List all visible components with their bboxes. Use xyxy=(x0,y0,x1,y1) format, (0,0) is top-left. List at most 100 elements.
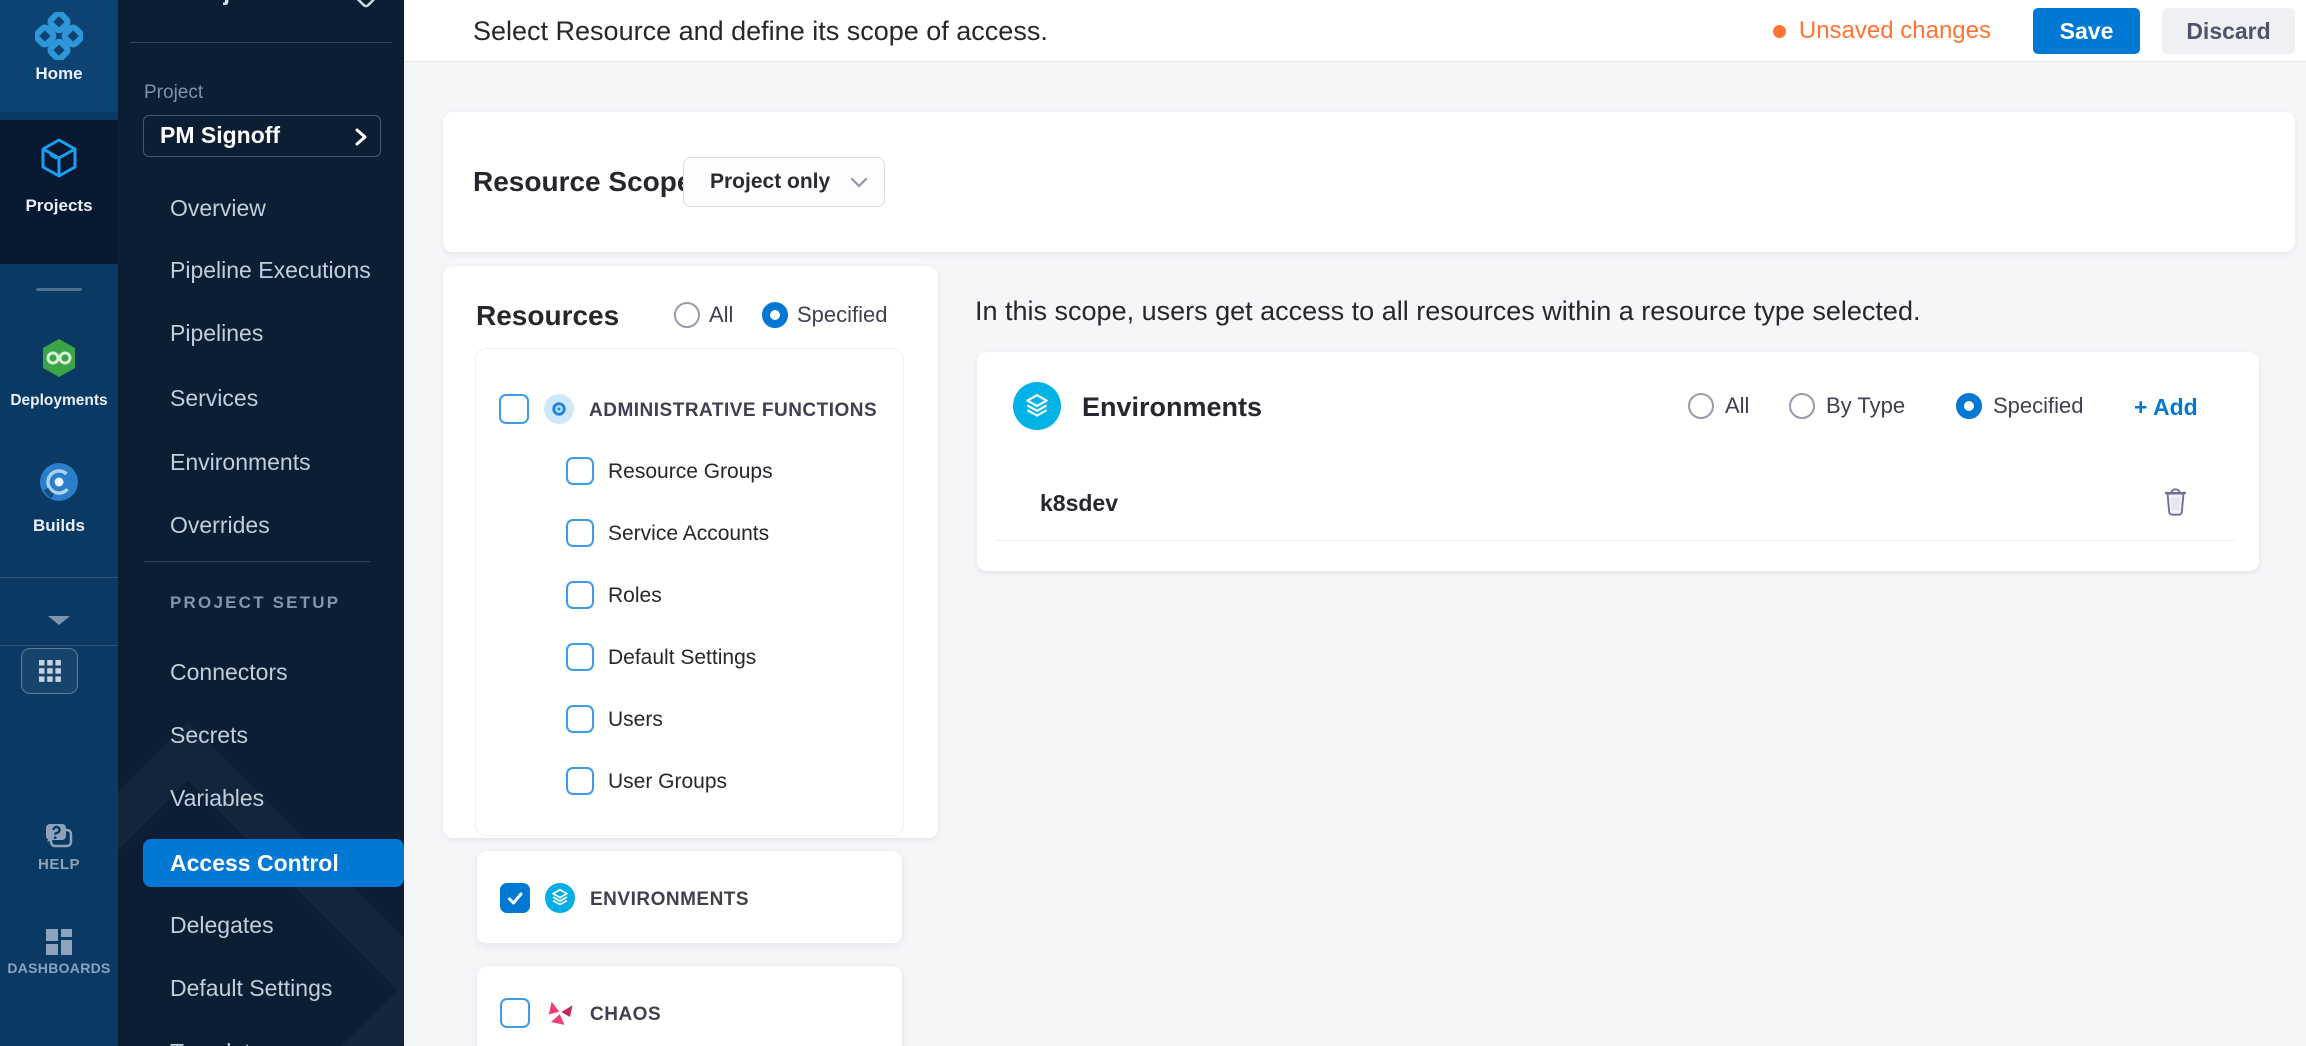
detail-radio-by-type[interactable] xyxy=(1789,393,1815,419)
page-subtitle: Select Resource and define its scope of … xyxy=(473,0,1048,62)
sidebar-item-default-settings[interactable]: Default Settings xyxy=(118,965,404,1011)
module-rail: Home Projects Deployments Builds xyxy=(0,0,118,1046)
admin-functions-icon xyxy=(544,394,574,424)
add-resource-link[interactable]: + Add xyxy=(2134,394,2198,421)
checkbox-users[interactable] xyxy=(566,705,594,733)
resource-scope-value: Project only xyxy=(710,158,830,205)
environments-icon xyxy=(545,883,575,913)
checkbox-roles[interactable] xyxy=(566,581,594,609)
chaos-group-card: CHAOS xyxy=(476,965,903,1046)
resource-scope-card: Resource Scope Project only xyxy=(443,112,2295,252)
scope-info-text: In this scope, users get access to all r… xyxy=(975,296,1920,327)
rail-label-help: HELP xyxy=(0,856,118,873)
label-user-groups[interactable]: User Groups xyxy=(608,770,727,794)
resources-radio-all[interactable] xyxy=(674,302,700,328)
detail-radio-specified-label[interactable]: Specified xyxy=(1993,392,2084,420)
detail-radio-specified[interactable] xyxy=(1956,393,1982,419)
deployments-icon[interactable] xyxy=(37,336,81,380)
resources-radio-specified-label[interactable]: Specified xyxy=(797,301,888,329)
sidebar-item-access-control[interactable]: Access Control xyxy=(143,839,404,887)
row-divider xyxy=(995,540,2235,541)
sidebar-item-delegates[interactable]: Delegates xyxy=(118,902,404,948)
label-resource-groups[interactable]: Resource Groups xyxy=(608,460,773,484)
environments-checkbox[interactable] xyxy=(500,883,530,913)
detail-radio-all-label[interactable]: All xyxy=(1725,392,1749,420)
chaos-group-label: CHAOS xyxy=(590,1004,661,1026)
sidebar-section-divider xyxy=(144,561,370,562)
chaos-icon xyxy=(545,998,575,1028)
admin-functions-checkbox[interactable] xyxy=(499,394,529,424)
builds-icon[interactable] xyxy=(37,460,81,504)
rail-divider xyxy=(36,288,82,291)
environments-detail-card: Environments All By Type Specified + Add… xyxy=(977,352,2259,571)
cube-icon[interactable] xyxy=(35,134,83,182)
checkbox-user-groups[interactable] xyxy=(566,767,594,795)
label-service-accounts[interactable]: Service Accounts xyxy=(608,522,769,546)
grid-icon xyxy=(38,659,62,683)
detail-radio-by-type-label[interactable]: By Type xyxy=(1826,392,1905,420)
chevron-down-icon[interactable] xyxy=(48,616,70,625)
rail-section-divider xyxy=(0,577,118,578)
resources-radio-specified[interactable] xyxy=(762,302,788,328)
harness-logo-icon[interactable] xyxy=(35,12,83,60)
resource-scope-label: Resource Scope xyxy=(473,112,692,252)
checkbox-resource-groups[interactable] xyxy=(566,457,594,485)
rail-section-divider-2 xyxy=(0,645,118,646)
sidebar-divider xyxy=(130,42,392,43)
environments-group-label: ENVIRONMENTS xyxy=(590,889,749,911)
rail-label-projects: Projects xyxy=(0,196,118,216)
sidebar-top-row-clipped[interactable]: All Projects xyxy=(118,0,404,12)
all-projects-label: All Projects xyxy=(146,0,278,7)
project-name: PM Signoff xyxy=(160,116,280,155)
resource-scope-select[interactable]: Project only xyxy=(683,157,885,207)
resource-item-k8sdev: k8sdev xyxy=(1040,490,1118,517)
project-sidebar: All Projects Project PM Signoff Overview… xyxy=(118,0,404,1046)
unsaved-dot xyxy=(1773,25,1786,38)
rail-label-dashboards: DASHBOARDS xyxy=(0,960,118,976)
sidebar-item-connectors[interactable]: Connectors xyxy=(118,649,404,695)
page-header: Select Resource and define its scope of … xyxy=(404,0,2306,62)
admin-functions-group-card: ADMINISTRATIVE FUNCTIONS Resource Groups… xyxy=(476,349,903,835)
sidebar-item-overview[interactable]: Overview xyxy=(118,185,404,231)
detail-radio-all[interactable] xyxy=(1688,393,1714,419)
resources-title: Resources xyxy=(476,300,619,332)
check-icon xyxy=(507,890,524,907)
label-roles[interactable]: Roles xyxy=(608,584,662,608)
resources-radio-all-label[interactable]: All xyxy=(709,301,733,329)
sidebar-item-pipeline-executions[interactable]: Pipeline Executions xyxy=(118,247,404,293)
detail-card-title: Environments xyxy=(1082,392,1262,423)
chevron-right-icon xyxy=(354,127,368,147)
discard-button[interactable]: Discard xyxy=(2162,8,2295,54)
module-grid-button[interactable] xyxy=(21,648,78,694)
environments-group-card: ENVIRONMENTS xyxy=(476,850,903,944)
sidebar-item-templates[interactable]: Templates xyxy=(118,1029,404,1046)
trash-icon[interactable] xyxy=(2162,486,2189,522)
sidebar-item-environments[interactable]: Environments xyxy=(118,439,404,485)
project-setup-section-label: PROJECT SETUP xyxy=(170,593,340,613)
rail-label-home: Home xyxy=(0,64,118,84)
harness-access-control-screen: Home Projects Deployments Builds xyxy=(0,0,2306,1046)
label-users[interactable]: Users xyxy=(608,708,663,732)
sidebar-item-secrets[interactable]: Secrets xyxy=(118,712,404,758)
label-default-settings[interactable]: Default Settings xyxy=(608,646,756,670)
resources-panel: Resources All Specified ADMINISTRATIVE F… xyxy=(443,266,938,838)
environments-icon xyxy=(1013,382,1061,430)
rail-label-builds: Builds xyxy=(0,516,118,536)
save-button[interactable]: Save xyxy=(2033,8,2140,54)
chaos-checkbox[interactable] xyxy=(500,998,530,1028)
project-selector[interactable]: PM Signoff xyxy=(143,115,381,157)
checkbox-default-settings[interactable] xyxy=(566,643,594,671)
rail-label-deployments: Deployments xyxy=(0,392,118,410)
dashboards-icon[interactable] xyxy=(45,928,73,956)
project-label: Project xyxy=(144,82,203,104)
sidebar-item-variables[interactable]: Variables xyxy=(118,775,404,821)
sidebar-item-overrides[interactable]: Overrides xyxy=(118,502,404,548)
sidebar-item-pipelines[interactable]: Pipelines xyxy=(118,310,404,356)
diamond-icon xyxy=(350,0,382,12)
help-icon[interactable] xyxy=(43,822,75,852)
unsaved-changes-label: Unsaved changes xyxy=(1799,17,1991,45)
checkbox-service-accounts[interactable] xyxy=(566,519,594,547)
admin-functions-label: ADMINISTRATIVE FUNCTIONS xyxy=(589,400,877,422)
chevron-down-icon xyxy=(850,177,868,189)
sidebar-item-services[interactable]: Services xyxy=(118,375,404,421)
